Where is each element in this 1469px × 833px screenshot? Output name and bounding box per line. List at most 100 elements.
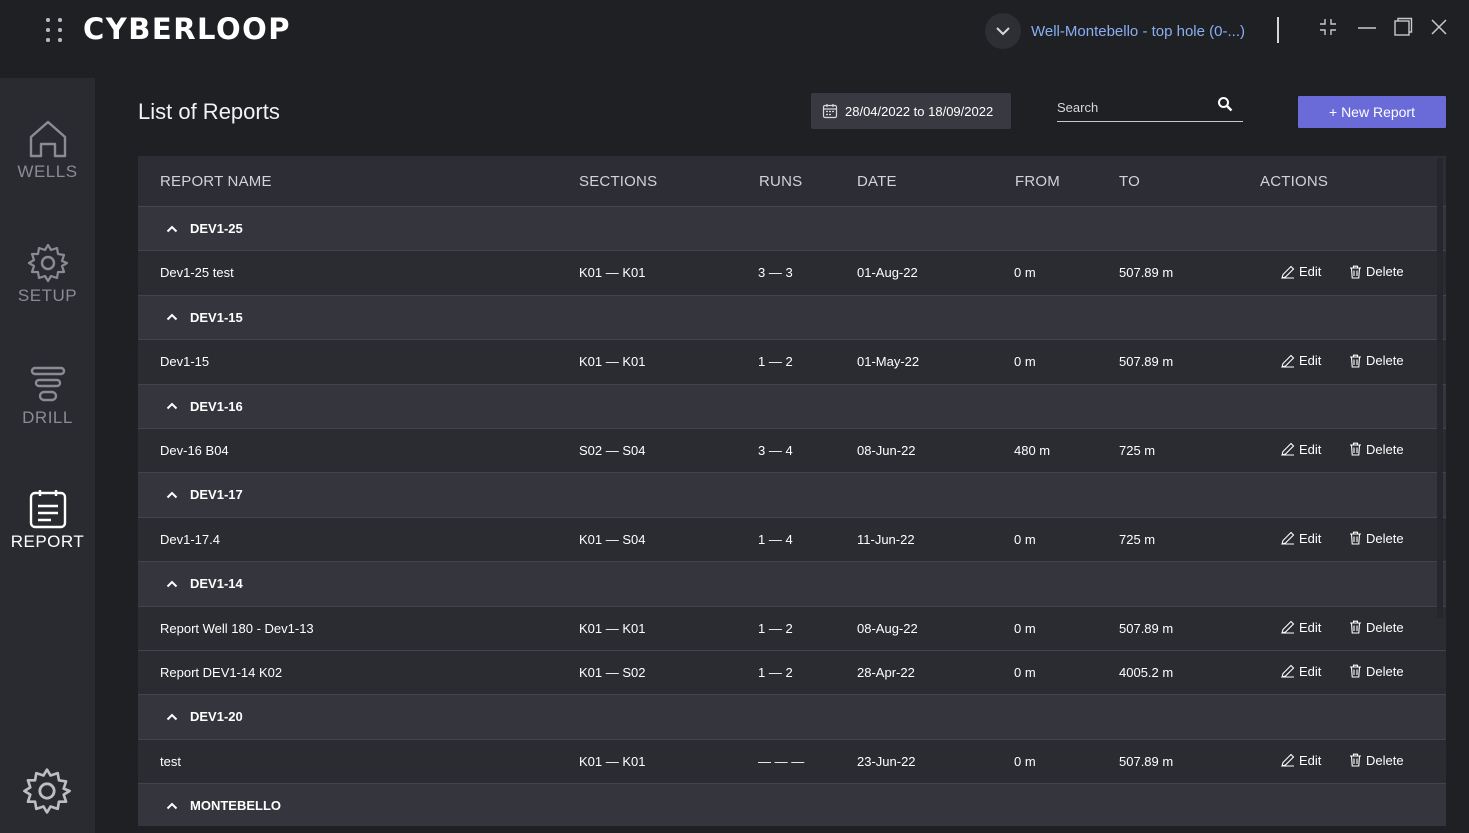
column-header-runs[interactable]: RUNS	[759, 173, 802, 190]
edit-icon	[1281, 265, 1295, 279]
title-bar: CYBERLOOP Well-Montebello - top hole (0-…	[0, 0, 1469, 58]
new-report-button[interactable]: + New Report	[1298, 96, 1446, 128]
edit-label: Edit	[1299, 353, 1322, 369]
chevron-up-icon[interactable]	[166, 402, 184, 410]
edit-button[interactable]: Edit	[1281, 753, 1321, 768]
search-box	[1057, 93, 1243, 122]
report-name[interactable]: Report DEV1-14 K02	[160, 665, 282, 680]
group-toggle[interactable]: DEV1-25	[166, 221, 243, 236]
delete-button[interactable]: Delete	[1349, 353, 1404, 368]
sidebar-item-wells[interactable]: WELLS	[0, 118, 95, 182]
trash-icon	[1349, 664, 1362, 678]
report-name[interactable]: Dev1-15	[160, 354, 209, 369]
collapse-icon[interactable]	[1315, 14, 1341, 40]
delete-button[interactable]: Delete	[1349, 531, 1404, 546]
group-name: DEV1-16	[190, 398, 243, 414]
sidebar-item-setup[interactable]: SETUP	[0, 242, 95, 306]
group-row[interactable]: DEV1-15	[138, 295, 1446, 341]
report-from: 0 m	[1014, 265, 1036, 281]
edit-button[interactable]: Edit	[1281, 531, 1321, 546]
report-name[interactable]: Dev1-17.4	[160, 532, 220, 547]
settings-gear-icon[interactable]	[22, 766, 72, 821]
column-header-date[interactable]: DATE	[857, 173, 897, 190]
report-sections: K01 — K01	[579, 354, 646, 370]
chevron-up-icon[interactable]	[166, 802, 184, 810]
column-header-from[interactable]: FROM	[1015, 173, 1060, 190]
group-row[interactable]: DEV1-20	[138, 695, 1446, 740]
report-sections: K01 — K01	[579, 265, 646, 281]
table-scrollbar[interactable]	[1437, 158, 1443, 618]
column-header-sections[interactable]: SECTIONS	[579, 173, 657, 190]
report-to: 725 m	[1119, 531, 1156, 547]
well-selector[interactable]: Well-Montebello - top hole (0-...)	[985, 12, 1245, 50]
edit-icon	[1281, 354, 1295, 368]
group-row[interactable]: DEV1-16	[138, 384, 1446, 429]
group-toggle[interactable]: DEV1-17	[166, 487, 243, 502]
column-header-to[interactable]: TO	[1119, 173, 1140, 190]
well-selector-label[interactable]: Well-Montebello - top hole (0-...)	[1031, 23, 1245, 40]
report-name[interactable]: Report Well 180 - Dev1-13	[160, 621, 314, 636]
report-runs: 3 — 4	[758, 442, 793, 458]
edit-button[interactable]: Edit	[1281, 264, 1321, 279]
chevron-up-icon[interactable]	[166, 713, 184, 721]
report-date: 08-Jun-22	[857, 442, 916, 458]
group-row[interactable]: MONTEBELLO	[138, 784, 1446, 826]
chevron-down-icon[interactable]	[985, 13, 1021, 49]
table-row[interactable]: Dev1-15 K01 — K01 1 — 2 01-May-22 0 m 507.89 …	[138, 340, 1446, 385]
apps-grid-icon[interactable]	[44, 18, 64, 42]
table-row[interactable]: Dev-16 B04 S02 — S04 3 — 4 08-Jun-22 480 m 72…	[138, 428, 1446, 474]
date-range-picker[interactable]: 28/04/2022 to 18/09/2022	[811, 93, 1011, 129]
delete-button[interactable]: Delete	[1349, 620, 1404, 635]
group-toggle[interactable]: DEV1-15	[166, 310, 243, 325]
sidebar-item-drill[interactable]: DRILL	[0, 364, 95, 428]
close-icon[interactable]	[1426, 14, 1452, 40]
column-header-name[interactable]: REPORT NAME	[160, 173, 272, 190]
edit-button[interactable]: Edit	[1281, 353, 1321, 368]
chevron-up-icon[interactable]	[166, 580, 184, 588]
edit-button[interactable]: Edit	[1281, 620, 1321, 635]
trash-icon	[1349, 531, 1362, 545]
report-date: 01-Aug-22	[857, 265, 918, 281]
table-row[interactable]: Report DEV1-14 K02 K01 — S02 1 — 2 28-Apr-2…	[138, 650, 1446, 696]
group-toggle[interactable]: DEV1-14	[166, 576, 243, 591]
table-row[interactable]: Dev1-17.4 K01 — S04 1 — 4 11-Jun-22 0 m 725 m…	[138, 517, 1446, 563]
table-row[interactable]: test K01 — K01 — — — 23-Jun-22 0 m 507.89 m Ed…	[138, 739, 1446, 785]
group-row[interactable]: DEV1-14	[138, 562, 1446, 607]
report-from: 0 m	[1014, 664, 1036, 680]
edit-button[interactable]: Edit	[1281, 664, 1321, 679]
report-date: 11-Jun-22	[857, 531, 915, 547]
chevron-up-icon[interactable]	[166, 225, 184, 233]
group-row[interactable]: DEV1-25	[138, 207, 1446, 252]
report-name[interactable]: Dev1-25 test	[160, 265, 234, 280]
sidebar-item-report[interactable]: REPORT	[0, 488, 95, 552]
edit-icon	[1281, 753, 1295, 767]
chevron-up-icon[interactable]	[166, 491, 184, 499]
group-toggle[interactable]: MONTEBELLO	[166, 798, 281, 813]
delete-button[interactable]: Delete	[1349, 442, 1404, 457]
minimize-icon[interactable]	[1354, 14, 1380, 40]
delete-button[interactable]: Delete	[1349, 264, 1404, 279]
chevron-up-icon[interactable]	[166, 313, 184, 321]
group-row[interactable]: DEV1-17	[138, 473, 1446, 518]
edit-label: Edit	[1299, 619, 1322, 635]
trash-icon	[1349, 620, 1362, 634]
search-input[interactable]	[1057, 93, 1207, 121]
search-icon[interactable]	[1217, 96, 1233, 112]
delete-button[interactable]: Delete	[1349, 753, 1404, 768]
report-name[interactable]: Dev-16 B04	[160, 443, 229, 458]
table-row[interactable]: Dev1-25 test K01 — K01 3 — 3 01-Aug-22 0 m 50…	[138, 251, 1446, 296]
report-from: 0 m	[1014, 354, 1036, 370]
report-sections: K01 — S04	[579, 531, 646, 547]
maximize-icon[interactable]	[1390, 14, 1416, 40]
report-to: 507.89 m	[1119, 620, 1174, 636]
report-name[interactable]: test	[160, 754, 181, 769]
delete-button[interactable]: Delete	[1349, 664, 1404, 679]
group-name: MONTEBELLO	[190, 798, 281, 814]
group-name: DEV1-17	[190, 487, 243, 503]
group-toggle[interactable]: DEV1-20	[166, 709, 243, 724]
group-toggle[interactable]: DEV1-16	[166, 399, 243, 414]
table-row[interactable]: Report Well 180 - Dev1-13 K01 — K01 1 — 2 0…	[138, 606, 1446, 651]
edit-button[interactable]: Edit	[1281, 442, 1321, 457]
report-from: 480 m	[1014, 442, 1051, 458]
drill-icon	[30, 366, 65, 402]
